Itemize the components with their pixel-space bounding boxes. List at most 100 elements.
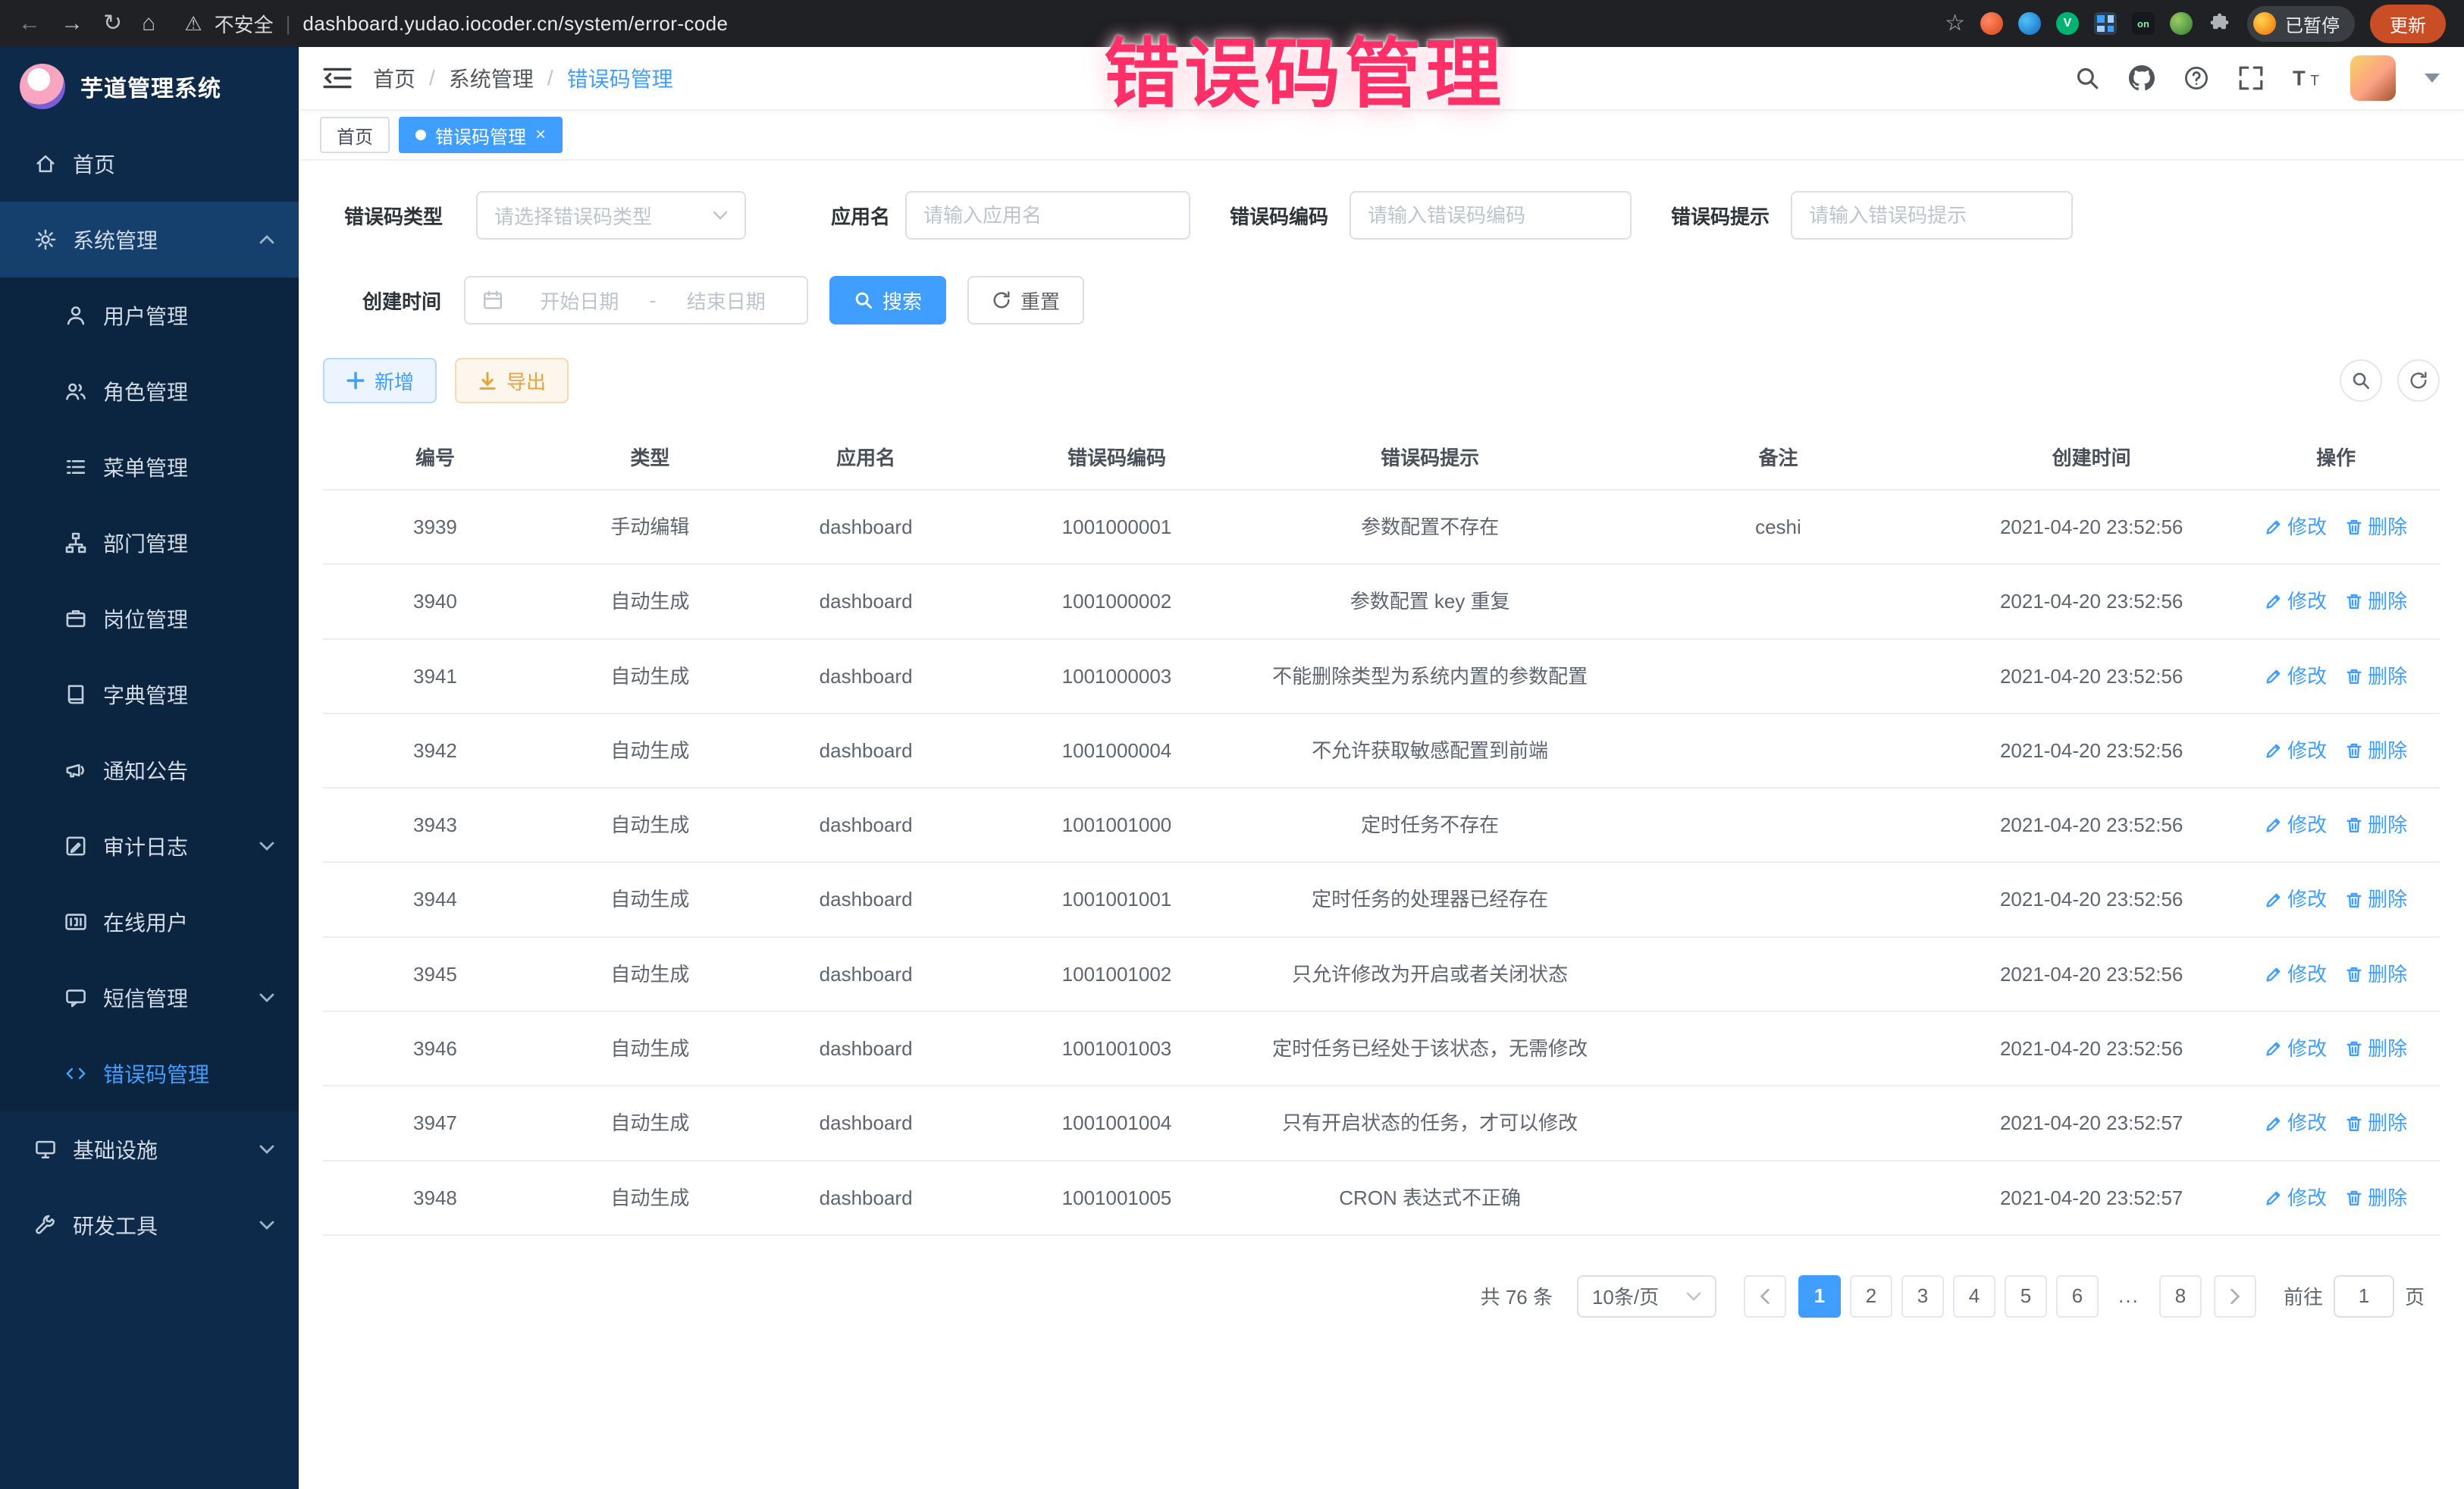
avatar-caret-down-icon[interactable] xyxy=(2425,74,2440,83)
extension-icon-blue[interactable] xyxy=(2018,12,2041,35)
tab-errcode[interactable]: 错误码管理 × xyxy=(399,117,563,153)
sidebar-item-dept[interactable]: 部门管理 xyxy=(0,505,299,581)
url-text[interactable]: dashboard.yudao.iocoder.cn/system/error-… xyxy=(303,12,728,36)
github-icon[interactable] xyxy=(2129,65,2155,91)
cell-type: 自动生成 xyxy=(547,735,753,766)
delete-link[interactable]: 删除 xyxy=(2345,512,2407,542)
next-page-button[interactable] xyxy=(2214,1275,2256,1318)
prev-page-button[interactable] xyxy=(1744,1275,1786,1318)
delete-link[interactable]: 删除 xyxy=(2345,735,2407,766)
breadcrumb-item-system[interactable]: 系统管理 / xyxy=(449,63,567,93)
page-button-8[interactable]: 8 xyxy=(2159,1275,2202,1318)
export-button[interactable]: 导出 xyxy=(455,358,569,403)
page-button-6[interactable]: 6 xyxy=(2056,1275,2099,1318)
show-search-toggle-button[interactable] xyxy=(2340,359,2382,402)
page-button-3[interactable]: 3 xyxy=(1901,1275,1944,1318)
cell-error-code: 1001001001 xyxy=(979,884,1254,914)
browser-reload-icon[interactable]: ↻ xyxy=(103,12,122,35)
delete-link[interactable]: 删除 xyxy=(2345,959,2407,989)
book-icon xyxy=(64,682,88,707)
sidebar-item-notice[interactable]: 通知公告 xyxy=(0,732,299,808)
sidebar-item-devtools[interactable]: 研发工具 xyxy=(0,1187,299,1263)
page-button-2[interactable]: 2 xyxy=(1850,1275,1892,1318)
user-avatar[interactable] xyxy=(2350,55,2396,101)
page-button-4[interactable]: 4 xyxy=(1953,1275,1995,1318)
edit-link[interactable]: 修改 xyxy=(2265,1183,2327,1213)
sidebar-item-user[interactable]: 用户管理 xyxy=(0,277,299,353)
breadcrumb-item-errcode[interactable]: 错误码管理 / xyxy=(567,63,673,93)
sidebar-item-home[interactable]: 首页 xyxy=(0,126,299,202)
extension-icon-leaf[interactable] xyxy=(2170,12,2193,35)
sidebar-item-menu[interactable]: 菜单管理 xyxy=(0,429,299,505)
browser-home-icon[interactable]: ⌂ xyxy=(142,12,155,35)
sidebar-item-audit[interactable]: 审计日志 xyxy=(0,808,299,884)
edit-link[interactable]: 修改 xyxy=(2265,1108,2327,1138)
extension-icon-grid[interactable] xyxy=(2094,12,2117,35)
sidebar-item-dict[interactable]: 字典管理 xyxy=(0,657,299,732)
error-type-select[interactable]: 请选择错误码类型 xyxy=(476,191,746,240)
delete-link[interactable]: 删除 xyxy=(2345,884,2407,914)
edit-link[interactable]: 修改 xyxy=(2265,810,2327,840)
sidebar-item-post[interactable]: 岗位管理 xyxy=(0,581,299,657)
extension-icon-red[interactable] xyxy=(1980,12,2003,35)
edit-link[interactable]: 修改 xyxy=(2265,959,2327,989)
cell-id: 3948 xyxy=(323,1183,547,1213)
edit-link[interactable]: 修改 xyxy=(2265,884,2327,914)
sidebar-item-role[interactable]: 角色管理 xyxy=(0,353,299,429)
goto-page-input[interactable] xyxy=(2334,1275,2394,1318)
page-button-1[interactable]: 1 xyxy=(1798,1275,1841,1318)
sidebar-item-system[interactable]: 系统管理 xyxy=(0,202,299,277)
cell-error-message: 只允许修改为开启或者关闭状态 xyxy=(1254,959,1605,989)
collapse-sidebar-icon[interactable] xyxy=(323,67,352,89)
svg-text:T: T xyxy=(2310,74,2319,89)
column-header: 创建时间 xyxy=(1951,443,2232,471)
app-name-input[interactable] xyxy=(923,204,1172,227)
search-button[interactable]: 搜索 xyxy=(829,276,946,324)
edit-link[interactable]: 修改 xyxy=(2265,735,2327,766)
sidebar-item-infra[interactable]: 基础设施 xyxy=(0,1111,299,1187)
sidebar-item-sms[interactable]: 短信管理 xyxy=(0,960,299,1036)
sidebar-item-online[interactable]: 在线用户 xyxy=(0,884,299,960)
edit-link[interactable]: 修改 xyxy=(2265,512,2327,542)
edit-link[interactable]: 修改 xyxy=(2265,1033,2327,1064)
extensions-puzzle-icon[interactable] xyxy=(2208,11,2232,36)
cell-create-time: 2021-04-20 23:52:56 xyxy=(1951,512,2232,542)
search-icon[interactable] xyxy=(2074,65,2100,91)
font-size-icon[interactable]: TT xyxy=(2293,65,2321,91)
bookmark-star-icon[interactable]: ☆ xyxy=(1945,12,1965,35)
table-row: 3944 自动生成 dashboard 1001001001 定时任务的处理器已… xyxy=(323,863,2440,937)
edit-link[interactable]: 修改 xyxy=(2265,661,2327,691)
add-button[interactable]: 新增 xyxy=(323,358,437,403)
address-bar[interactable]: ⚠ 不安全 | dashboard.yudao.iocoder.cn/syste… xyxy=(184,10,728,38)
edit-link[interactable]: 修改 xyxy=(2265,586,2327,616)
delete-link[interactable]: 删除 xyxy=(2345,661,2407,691)
page-button-5[interactable]: 5 xyxy=(2005,1275,2047,1318)
browser-back-icon[interactable]: ← xyxy=(18,12,41,35)
sidebar-item-label: 岗位管理 xyxy=(103,603,188,634)
extension-icon-dark[interactable]: on xyxy=(2132,12,2155,35)
page-size-select[interactable]: 10条/页 xyxy=(1577,1275,1716,1318)
cell-actions: 修改 删除 xyxy=(2232,810,2440,840)
browser-forward-icon[interactable]: → xyxy=(61,12,83,35)
tab-home[interactable]: 首页 × xyxy=(320,117,390,153)
browser-update-button[interactable]: 更新 xyxy=(2370,5,2446,43)
help-icon[interactable] xyxy=(2183,65,2209,91)
delete-link[interactable]: 删除 xyxy=(2345,1108,2407,1138)
extension-icon-green[interactable]: V xyxy=(2056,12,2079,35)
breadcrumb-item-home[interactable]: 首页 / xyxy=(373,63,449,93)
refresh-table-button[interactable] xyxy=(2397,359,2440,402)
page-button-...[interactable]: ... xyxy=(2108,1275,2150,1318)
delete-link[interactable]: 删除 xyxy=(2345,1183,2407,1213)
delete-link[interactable]: 删除 xyxy=(2345,586,2407,616)
error-code-input[interactable] xyxy=(1368,204,1613,227)
delete-link[interactable]: 删除 xyxy=(2345,1033,2407,1064)
browser-profile-chip[interactable]: 已暂停 xyxy=(2247,6,2355,42)
reset-button[interactable]: 重置 xyxy=(967,276,1084,324)
tab-close-icon[interactable]: × xyxy=(535,124,546,146)
fullscreen-icon[interactable] xyxy=(2238,65,2264,91)
cell-create-time: 2021-04-20 23:52:56 xyxy=(1951,735,2232,766)
sidebar-item-errcode[interactable]: 错误码管理 xyxy=(0,1036,299,1111)
delete-link[interactable]: 删除 xyxy=(2345,810,2407,840)
create-time-range-picker[interactable]: 开始日期 - 结束日期 xyxy=(464,276,808,324)
error-message-input[interactable] xyxy=(1809,204,2055,227)
